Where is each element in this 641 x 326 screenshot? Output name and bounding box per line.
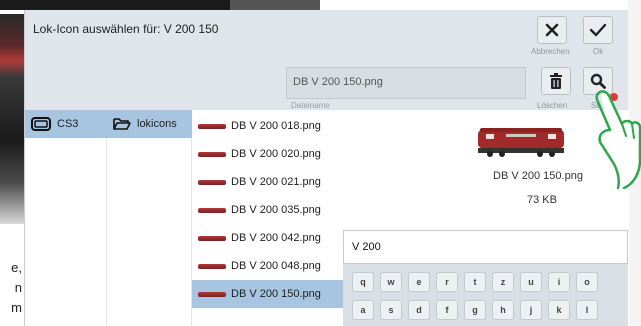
locomotive-thumbnail-icon bbox=[198, 123, 226, 129]
filename-field[interactable]: DB V 200 150.png bbox=[286, 67, 526, 99]
locomotive-thumbnail-icon bbox=[198, 179, 226, 185]
cs3-label: CS3 bbox=[57, 118, 79, 130]
file-item[interactable]: DB V 200 042.png bbox=[192, 224, 344, 252]
file-name: DB V 200 018.png bbox=[231, 120, 321, 132]
checkmark-icon bbox=[589, 23, 607, 37]
delete-button[interactable] bbox=[541, 67, 571, 95]
locomotive-thumbnail-icon bbox=[198, 263, 226, 269]
ok-label: Ok bbox=[593, 47, 604, 56]
file-list: DB V 200 018.png DB V 200 020.png DB V 2… bbox=[192, 110, 344, 326]
cs3-device-icon bbox=[31, 117, 51, 131]
key-l[interactable]: l bbox=[576, 300, 598, 320]
column-cs3: CS3 bbox=[25, 110, 107, 326]
key-u[interactable]: u bbox=[520, 272, 542, 292]
file-name: DB V 200 021.png bbox=[231, 176, 321, 188]
key-h[interactable]: h bbox=[492, 300, 514, 320]
locomotive-thumbnail-icon bbox=[198, 151, 226, 157]
background-text: e, n m bbox=[0, 258, 24, 318]
lokicons-folder-item[interactable]: lokicons bbox=[107, 110, 192, 138]
key-r[interactable]: r bbox=[436, 272, 458, 292]
preview-filename: DB V 200 150.png bbox=[493, 170, 583, 182]
ok-button[interactable] bbox=[583, 16, 613, 44]
close-icon bbox=[545, 23, 559, 37]
locomotive-thumbnail-icon bbox=[198, 207, 226, 213]
key-a[interactable]: a bbox=[352, 300, 374, 320]
lokicons-label: lokicons bbox=[137, 118, 177, 130]
key-j[interactable]: j bbox=[520, 300, 542, 320]
filename-label: Dateiname bbox=[291, 101, 330, 110]
file-name: DB V 200 042.png bbox=[231, 232, 321, 244]
background-text-line: n bbox=[14, 280, 22, 295]
file-item-selected[interactable]: DB V 200 150.png bbox=[192, 280, 344, 308]
preview-filesize: 73 KB bbox=[527, 194, 557, 206]
locomotive-preview-image bbox=[478, 128, 564, 157]
cancel-button[interactable] bbox=[537, 16, 567, 44]
key-t[interactable]: t bbox=[464, 272, 486, 292]
filename-row: DB V 200 150.png Dateiname Löschen Su bbox=[25, 65, 629, 110]
key-s[interactable]: s bbox=[380, 300, 402, 320]
trash-icon bbox=[550, 73, 562, 89]
locomotive-thumbnail-icon bbox=[198, 291, 226, 297]
cs3-item[interactable]: CS3 bbox=[25, 110, 107, 138]
file-item[interactable]: DB V 200 020.png bbox=[192, 140, 344, 168]
key-z[interactable]: z bbox=[492, 272, 514, 292]
key-d[interactable]: d bbox=[408, 300, 430, 320]
key-q[interactable]: q bbox=[352, 272, 374, 292]
dialog-title-bar: Lok-Icon auswählen für: V 200 150 Abbrec… bbox=[25, 10, 629, 62]
key-e[interactable]: e bbox=[408, 272, 430, 292]
key-w[interactable]: w bbox=[380, 272, 402, 292]
folder-open-icon bbox=[113, 118, 131, 130]
key-o[interactable]: o bbox=[576, 272, 598, 292]
file-item[interactable]: DB V 200 048.png bbox=[192, 252, 344, 280]
file-item[interactable]: DB V 200 018.png bbox=[192, 112, 344, 140]
key-k[interactable]: k bbox=[548, 300, 570, 320]
key-g[interactable]: g bbox=[464, 300, 486, 320]
file-item[interactable]: DB V 200 021.png bbox=[192, 168, 344, 196]
cancel-label: Abbrechen bbox=[531, 47, 570, 56]
background-text-line: m bbox=[11, 300, 22, 315]
background-toolbar-segment bbox=[230, 0, 320, 10]
column-lokicons: lokicons bbox=[107, 110, 192, 326]
key-f[interactable]: f bbox=[436, 300, 458, 320]
key-i[interactable]: i bbox=[548, 272, 570, 292]
pointing-hand-icon bbox=[595, 90, 641, 190]
background-photo bbox=[0, 14, 24, 224]
file-item[interactable]: DB V 200 035.png bbox=[192, 196, 344, 224]
locomotive-thumbnail-icon bbox=[198, 235, 226, 241]
file-name: DB V 200 048.png bbox=[231, 260, 321, 272]
file-name: DB V 200 150.png bbox=[231, 288, 321, 300]
delete-label: Löschen bbox=[537, 101, 568, 110]
file-name: DB V 200 035.png bbox=[231, 204, 321, 216]
background-text-line: e, bbox=[11, 260, 22, 275]
file-name: DB V 200 020.png bbox=[231, 148, 321, 160]
search-icon bbox=[590, 73, 606, 89]
dialog-title: Lok-Icon auswählen für: V 200 150 bbox=[33, 22, 219, 36]
keyboard-input[interactable]: V 200 bbox=[343, 230, 628, 264]
